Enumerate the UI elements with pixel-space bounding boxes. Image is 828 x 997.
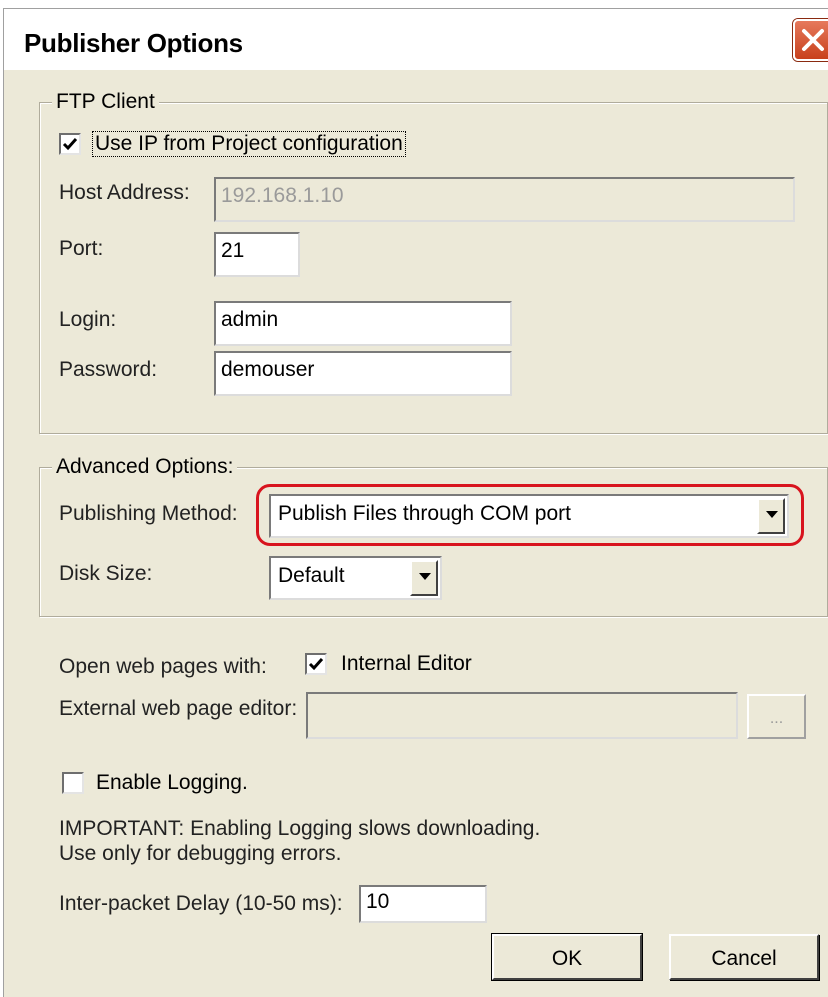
host-address-field: 192.168.1.10: [214, 177, 795, 222]
disk-size-label: Disk Size:: [59, 562, 153, 585]
external-editor-field: [306, 692, 738, 739]
port-field[interactable]: 21: [214, 232, 300, 277]
publishing-method-select[interactable]: Publish Files through COM port: [269, 494, 789, 538]
login-label: Login:: [59, 308, 117, 331]
ok-button[interactable]: OK: [491, 933, 643, 981]
host-address-label: Host Address:: [59, 181, 190, 204]
important-note-line2: Use only for debugging errors.: [59, 842, 342, 865]
close-icon: [802, 29, 824, 51]
disk-size-select[interactable]: Default: [269, 556, 442, 600]
inter-packet-delay-label: Inter-packet Delay (10-50 ms):: [59, 892, 343, 915]
use-ip-checkbox[interactable]: [59, 133, 81, 155]
port-label: Port:: [59, 237, 104, 260]
cancel-button[interactable]: Cancel: [669, 934, 819, 980]
chevron-down-icon: [766, 511, 778, 518]
login-field[interactable]: admin: [214, 301, 512, 346]
enable-logging-label[interactable]: Enable Logging.: [96, 771, 248, 795]
internal-editor-checkbox[interactable]: [305, 653, 327, 675]
password-field[interactable]: demouser: [214, 351, 512, 396]
ftp-client-legend: FTP Client: [52, 90, 159, 114]
internal-editor-label[interactable]: Internal Editor: [341, 652, 472, 676]
enable-logging-checkbox[interactable]: [62, 772, 84, 794]
close-button[interactable]: [793, 19, 828, 61]
publisher-options-dialog: Publisher Options FTP Client Use IP from…: [3, 8, 828, 997]
checkmark-icon: [62, 138, 78, 151]
dialog-title: Publisher Options: [24, 28, 243, 58]
password-label: Password:: [59, 358, 158, 381]
external-editor-label: External web page editor:: [59, 697, 298, 720]
advanced-options-legend: Advanced Options:: [52, 455, 238, 479]
title-bar: Publisher Options: [4, 9, 828, 70]
publishing-method-dropdown-button[interactable]: [757, 498, 785, 534]
chevron-down-icon: [419, 573, 431, 580]
browse-button[interactable]: ...: [747, 694, 806, 739]
disk-size-value: Default: [278, 564, 345, 587]
use-ip-label[interactable]: Use IP from Project configuration: [92, 131, 406, 157]
inter-packet-delay-field[interactable]: 10: [359, 885, 487, 923]
publishing-method-label: Publishing Method:: [59, 502, 238, 525]
checkmark-icon: [308, 658, 324, 671]
important-note-line1: IMPORTANT: Enabling Logging slows downlo…: [59, 817, 541, 840]
publishing-method-value: Publish Files through COM port: [278, 502, 571, 525]
open-web-pages-label: Open web pages with:: [59, 655, 267, 678]
disk-size-dropdown-button[interactable]: [410, 560, 438, 596]
